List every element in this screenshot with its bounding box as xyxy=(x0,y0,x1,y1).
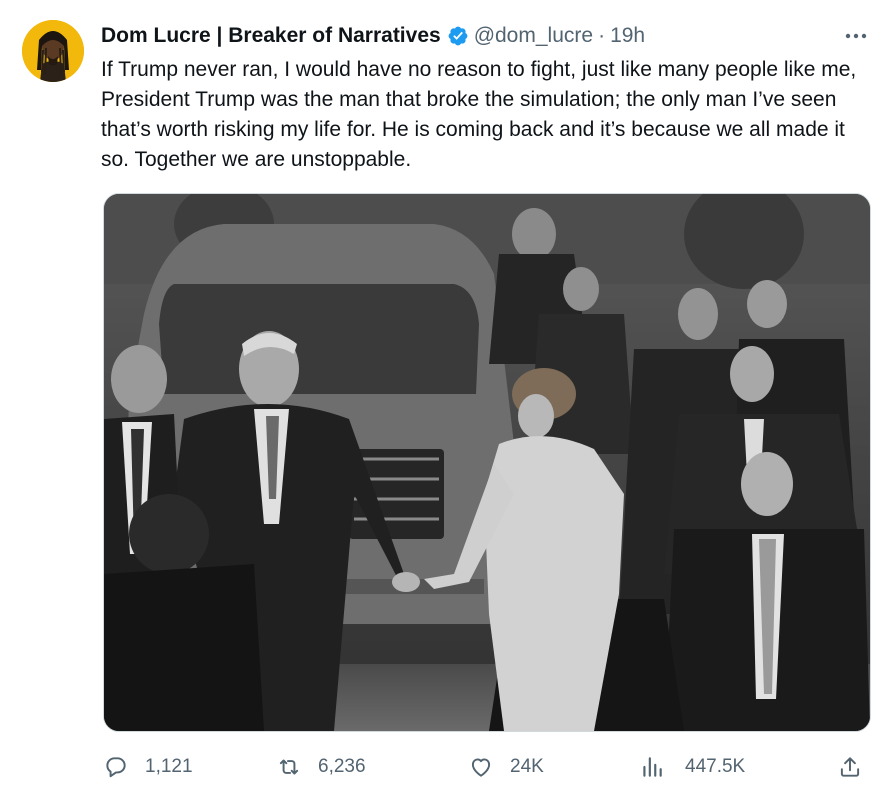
like-button[interactable]: 24K xyxy=(468,752,544,782)
retweet-count: 6,236 xyxy=(318,756,366,777)
avatar-portrait xyxy=(22,20,84,82)
author-handle[interactable]: @dom_lucre xyxy=(474,24,593,48)
views-button[interactable]: 447.5K xyxy=(639,752,745,782)
reply-button[interactable]: 1,121 xyxy=(103,752,193,782)
tweet-timestamp[interactable]: 19h xyxy=(610,24,645,48)
more-options-icon[interactable] xyxy=(842,24,870,48)
verified-badge-icon xyxy=(448,26,468,46)
retweet-icon xyxy=(279,759,299,775)
views-chart-icon xyxy=(643,757,662,777)
reply-count: 1,121 xyxy=(145,756,193,777)
views-count: 447.5K xyxy=(685,756,746,777)
tweet-photo[interactable] xyxy=(103,193,871,732)
share-upload-icon xyxy=(840,757,860,777)
like-count: 24K xyxy=(510,756,544,777)
retweet-button[interactable]: 6,236 xyxy=(276,752,366,782)
photo-motorcade-scene xyxy=(104,194,870,731)
reply-icon xyxy=(106,757,126,778)
tweet-header: Dom Lucre | Breaker of Narratives @dom_l… xyxy=(101,22,870,50)
author-avatar[interactable] xyxy=(22,20,84,82)
author-display-name[interactable]: Dom Lucre | Breaker of Narratives xyxy=(101,24,441,48)
tweet-text: If Trump never ran, I would have no reas… xyxy=(101,58,857,171)
separator-dot: · xyxy=(598,24,606,47)
tweet-action-bar: 1,121 6,236 24K 447.5K xyxy=(103,752,869,782)
heart-icon xyxy=(471,758,491,777)
share-button[interactable] xyxy=(837,752,863,782)
